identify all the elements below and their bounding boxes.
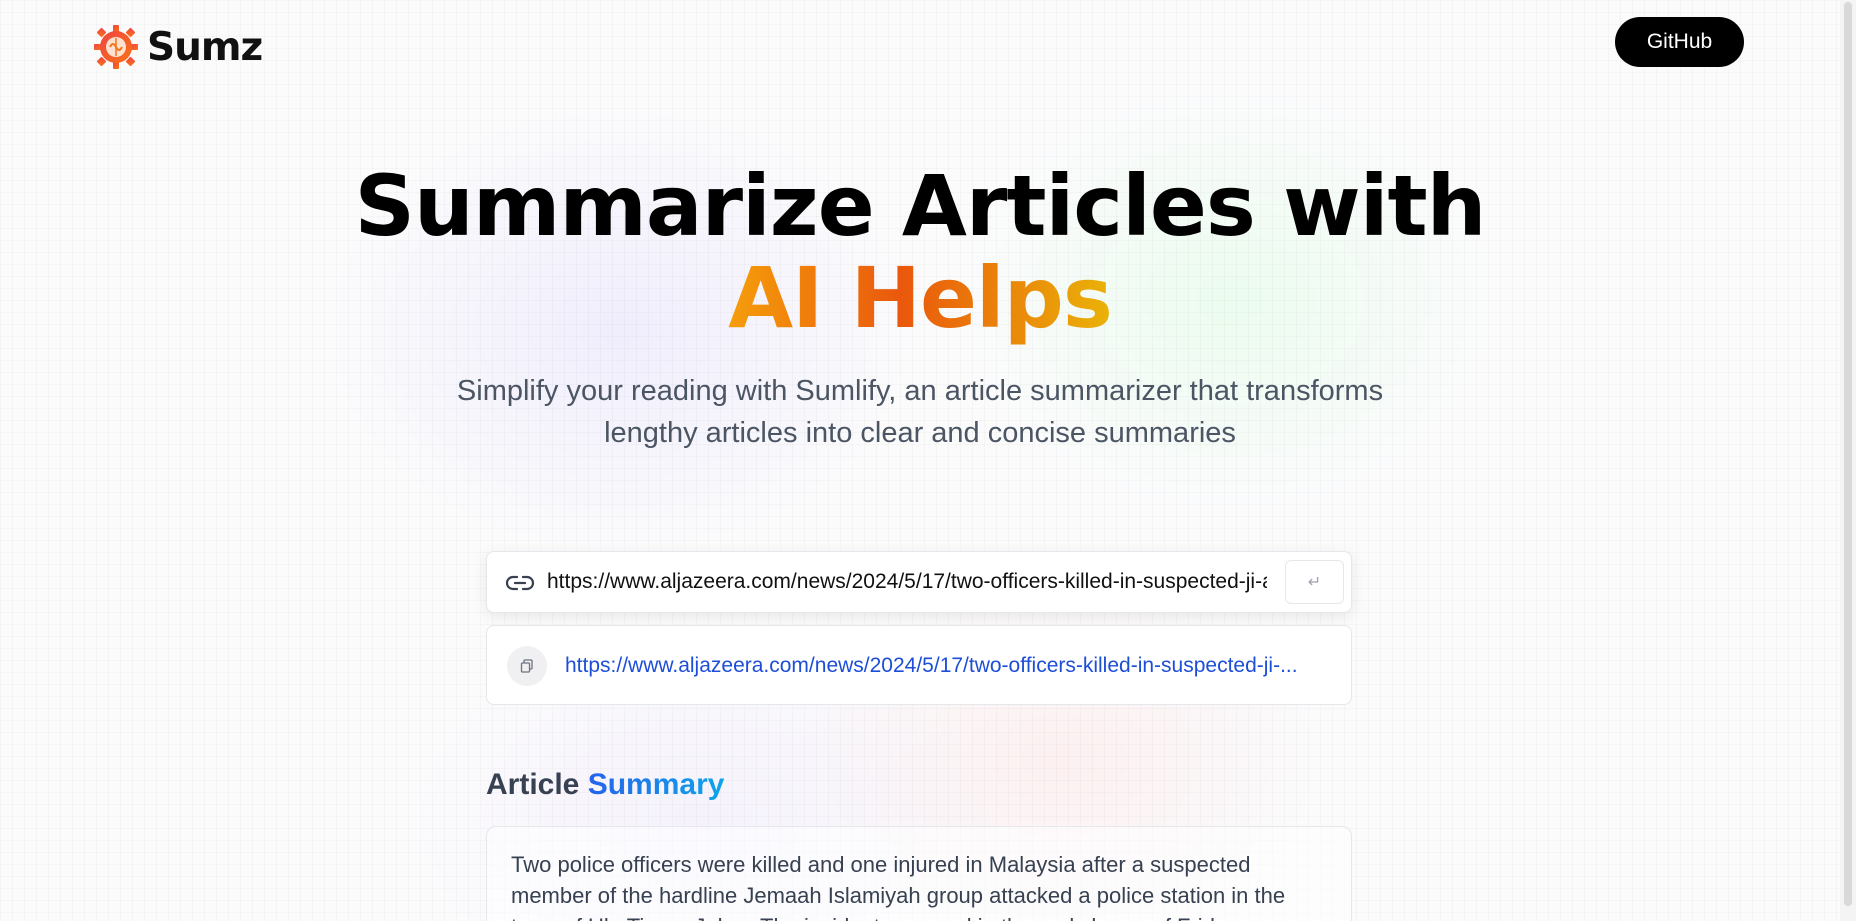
hero-title: Summarize Articles with AI Helps xyxy=(0,160,1840,344)
history-item[interactable]: https://www.aljazeera.com/news/2024/5/17… xyxy=(486,625,1352,705)
summary-box: Two police officers were killed and one … xyxy=(486,826,1352,921)
scrollbar-thumb[interactable] xyxy=(1844,2,1852,906)
background-grid xyxy=(0,0,1856,921)
history-url[interactable]: https://www.aljazeera.com/news/2024/5/17… xyxy=(565,651,1335,681)
summary-heading-prefix: Article xyxy=(486,768,580,801)
brand-logo[interactable]: Sumz xyxy=(93,24,263,70)
submit-button[interactable]: ↵ xyxy=(1285,560,1344,604)
background-glow xyxy=(0,0,1856,921)
enter-icon: ↵ xyxy=(1307,574,1322,591)
brain-gear-icon xyxy=(94,25,138,69)
page-scrollbar[interactable] xyxy=(1840,0,1856,921)
github-button[interactable]: GitHub xyxy=(1615,17,1744,67)
url-form: ↵ xyxy=(486,551,1352,613)
summary-text: Two police officers were killed and one … xyxy=(511,852,1286,921)
summary-heading: Article Summary xyxy=(486,768,724,802)
hero-subtitle: Simplify your reading with Sumlify, an a… xyxy=(456,375,1384,449)
summary-heading-highlight: Summary xyxy=(587,768,725,801)
hero-title-line: Summarize Articles with xyxy=(354,157,1487,255)
copy-button[interactable] xyxy=(507,646,547,686)
hero-title-highlight: AI Helps xyxy=(728,249,1113,347)
brand-name: Sumz xyxy=(147,24,263,70)
copy-icon xyxy=(520,659,533,673)
url-input[interactable] xyxy=(547,560,1267,604)
link-icon xyxy=(505,575,535,591)
